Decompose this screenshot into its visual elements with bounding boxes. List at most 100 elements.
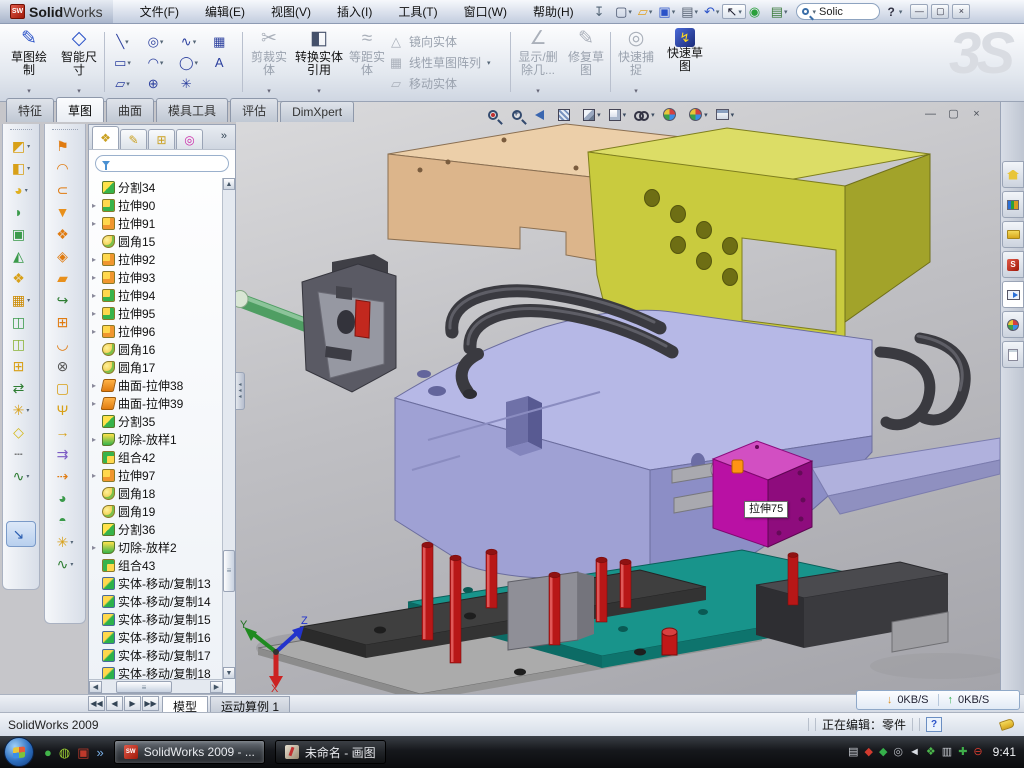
dropdown-caret-icon[interactable]: ▾ xyxy=(695,8,699,16)
tree-item[interactable]: ▸ 实体-移动/复制13 xyxy=(90,574,223,592)
tree-item[interactable]: ▸ 实体-移动/复制15 xyxy=(90,610,223,628)
deform-icon[interactable]: ◠▾ xyxy=(45,157,85,179)
combine-icon[interactable]: ⊞▾ xyxy=(3,355,39,377)
dropdown-caret-icon[interactable]: ▾ xyxy=(649,8,653,16)
command-tab[interactable]: 曲面 xyxy=(106,98,154,122)
previous-view-icon[interactable]: ▾ xyxy=(535,110,550,120)
manager-tabs-overflow[interactable]: » xyxy=(215,130,233,144)
extruded-boss-icon[interactable]: ◩▾ xyxy=(3,135,39,157)
last-tab-icon[interactable]: ▶▶ xyxy=(142,696,159,711)
tree-item[interactable]: ▸ 实体-移动/复制14 xyxy=(90,592,223,610)
print-icon[interactable]: ▤▾ xyxy=(678,5,701,18)
expand-arrow-icon[interactable]: ▸ xyxy=(92,201,99,210)
minimize-button[interactable]: — xyxy=(910,4,928,19)
move-entities-button[interactable]: ▱移动实体 xyxy=(388,73,506,94)
tree-vertical-scrollbar[interactable]: ▲ ≡ ▼ xyxy=(222,178,235,679)
view-orientation-icon[interactable]: ▾ xyxy=(583,109,601,121)
tree-item[interactable]: ▸ 实体-移动/复制18 xyxy=(90,664,223,679)
toolbar-grip[interactable] xyxy=(52,129,78,131)
flex-icon[interactable]: ⚑▾ xyxy=(45,135,85,157)
search-input[interactable]: Solic xyxy=(819,6,843,18)
fillet-icon[interactable]: ◕▾ xyxy=(3,179,39,201)
configurationmanager-tab[interactable]: ⊞ xyxy=(148,129,175,149)
fillet-body-icon[interactable]: ◕▾ xyxy=(45,487,85,509)
tree-item[interactable]: ▸ 切除-放样1 xyxy=(90,430,223,448)
taskbar-button-solidworks[interactable]: SW SolidWorks 2009 - ... xyxy=(114,740,265,764)
dropdown-caret-icon[interactable]: ▾ xyxy=(738,8,742,16)
help-button[interactable]: ? xyxy=(885,5,898,19)
device-icon[interactable]: ❖ xyxy=(926,747,936,758)
view-settings-icon[interactable]: ▾ xyxy=(716,109,735,120)
arc-icon[interactable]: ◠▾ xyxy=(139,52,172,73)
expand-arrow-icon[interactable]: ▸ xyxy=(92,309,99,318)
repair-sketch-button[interactable]: ✎ 修复草图 xyxy=(564,28,608,98)
doc-close-button[interactable]: × xyxy=(969,108,984,121)
expand-arrow-icon[interactable]: ▸ xyxy=(92,471,99,480)
rebuild-traffic-light-icon[interactable]: ◉▾ xyxy=(746,5,768,18)
doc-minimize-button[interactable]: — xyxy=(923,108,938,121)
next-tab-icon[interactable]: ▶ xyxy=(124,696,141,711)
tree-item[interactable]: ▸ 圆角18 xyxy=(90,484,223,502)
tree-item[interactable]: ▸ 分割36 xyxy=(90,520,223,538)
part-clamp[interactable] xyxy=(302,254,396,392)
quick-tips-button[interactable]: ? xyxy=(926,717,942,732)
tree-item[interactable]: ▸ 曲面-拉伸39 xyxy=(90,394,223,412)
tree-item[interactable]: ▸ 拉伸91 xyxy=(90,214,223,232)
reference-geometry2-icon[interactable]: ✳▾ xyxy=(45,531,85,553)
convert-entities-button[interactable]: ◧ 转换实体引用 ▾ xyxy=(294,28,344,98)
tree-item[interactable]: ▸ 拉伸96 xyxy=(90,322,223,340)
scroll-down-icon[interactable]: ▼ xyxy=(223,667,235,679)
tree-item[interactable]: ▸ 分割35 xyxy=(90,412,223,430)
toolbar-grip[interactable] xyxy=(10,129,32,131)
polygon-icon[interactable]: ⊕▾ xyxy=(139,73,172,94)
lofted-boss-icon[interactable]: ◗▾ xyxy=(3,201,39,223)
offset-entities-button[interactable]: ≈ 等距实体 xyxy=(346,28,388,98)
command-tab[interactable]: 草图 xyxy=(56,97,104,122)
menu-item[interactable]: 编辑(E) xyxy=(192,0,258,24)
design-library-icon[interactable] xyxy=(1002,191,1024,218)
first-tab-icon[interactable]: ◀◀ xyxy=(88,696,105,711)
restore-button[interactable]: ▢ xyxy=(931,4,949,19)
scroll-right-icon[interactable]: ▶ xyxy=(210,681,223,693)
expand-arrow-icon[interactable]: ▸ xyxy=(92,255,99,264)
thicken-icon[interactable]: ⊞▾ xyxy=(45,311,85,333)
extruded-cut-icon[interactable]: ◧▾ xyxy=(3,157,39,179)
document-tab[interactable]: 运动算例 1 xyxy=(210,696,290,712)
expand-arrow-icon[interactable]: ▸ xyxy=(92,291,99,300)
part-mold-block[interactable] xyxy=(395,310,1000,586)
draft-icon[interactable]: ◭▾ xyxy=(3,245,39,267)
solidworks-search-icon[interactable] xyxy=(1002,251,1024,278)
expand-arrow-icon[interactable]: ▸ xyxy=(92,273,99,282)
delete-body-icon[interactable]: ⊗▾ xyxy=(45,355,85,377)
section-view-icon[interactable]: ▾ xyxy=(558,109,576,121)
tree-item[interactable]: ▸ 拉伸94 xyxy=(90,286,223,304)
indent-icon[interactable]: ⊂▾ xyxy=(45,179,85,201)
tree-item[interactable]: ▸ 圆角19 xyxy=(90,502,223,520)
vest-icon[interactable]: Ψ▾ xyxy=(45,399,85,421)
solidworks-quick-icon[interactable]: ▣ xyxy=(77,746,89,759)
spline-icon[interactable]: ∿▾ xyxy=(3,465,39,487)
panel-splitter[interactable]: ◂◂◂ xyxy=(236,372,245,410)
messenger-icon[interactable]: ● xyxy=(44,746,52,759)
help-caret-icon[interactable]: ▾ xyxy=(899,8,903,16)
command-tab[interactable]: 模具工具 xyxy=(156,98,228,122)
new-document-icon[interactable]: ▢▾ xyxy=(612,5,635,18)
scroll-left-icon[interactable]: ◀ xyxy=(89,681,102,693)
edit-appearance-icon[interactable]: ▾ xyxy=(663,108,682,121)
sketch-button[interactable]: ✎ 草图绘制 ▾ xyxy=(6,28,52,98)
appearances-icon[interactable] xyxy=(1002,311,1024,338)
trim-entities-button[interactable]: ✂ 剪裁实体 ▾ xyxy=(246,28,292,98)
expand-arrow-icon[interactable]: ▸ xyxy=(92,399,99,408)
dropdown-caret-icon[interactable]: ▾ xyxy=(628,8,632,16)
menu-item[interactable]: 插入(I) xyxy=(324,0,385,24)
menu-item[interactable]: 文件(F) xyxy=(127,0,192,24)
heal-edges-icon[interactable]: ↪▾ xyxy=(45,289,85,311)
update-icon[interactable]: ◎ xyxy=(893,747,903,758)
select-cursor-icon[interactable]: ↖▾ xyxy=(722,4,745,19)
search-box[interactable]: ▾ Solic xyxy=(796,3,880,20)
health-monitor-icon[interactable]: ✚ xyxy=(958,747,967,758)
menu-item[interactable]: 窗口(W) xyxy=(451,0,520,24)
display-delete-relations-button[interactable]: ∠ 显示/删除几... ▾ xyxy=(514,28,562,98)
part-ejector-sleeve[interactable] xyxy=(662,628,677,655)
tree-item[interactable]: ▸ 拉伸92 xyxy=(90,250,223,268)
